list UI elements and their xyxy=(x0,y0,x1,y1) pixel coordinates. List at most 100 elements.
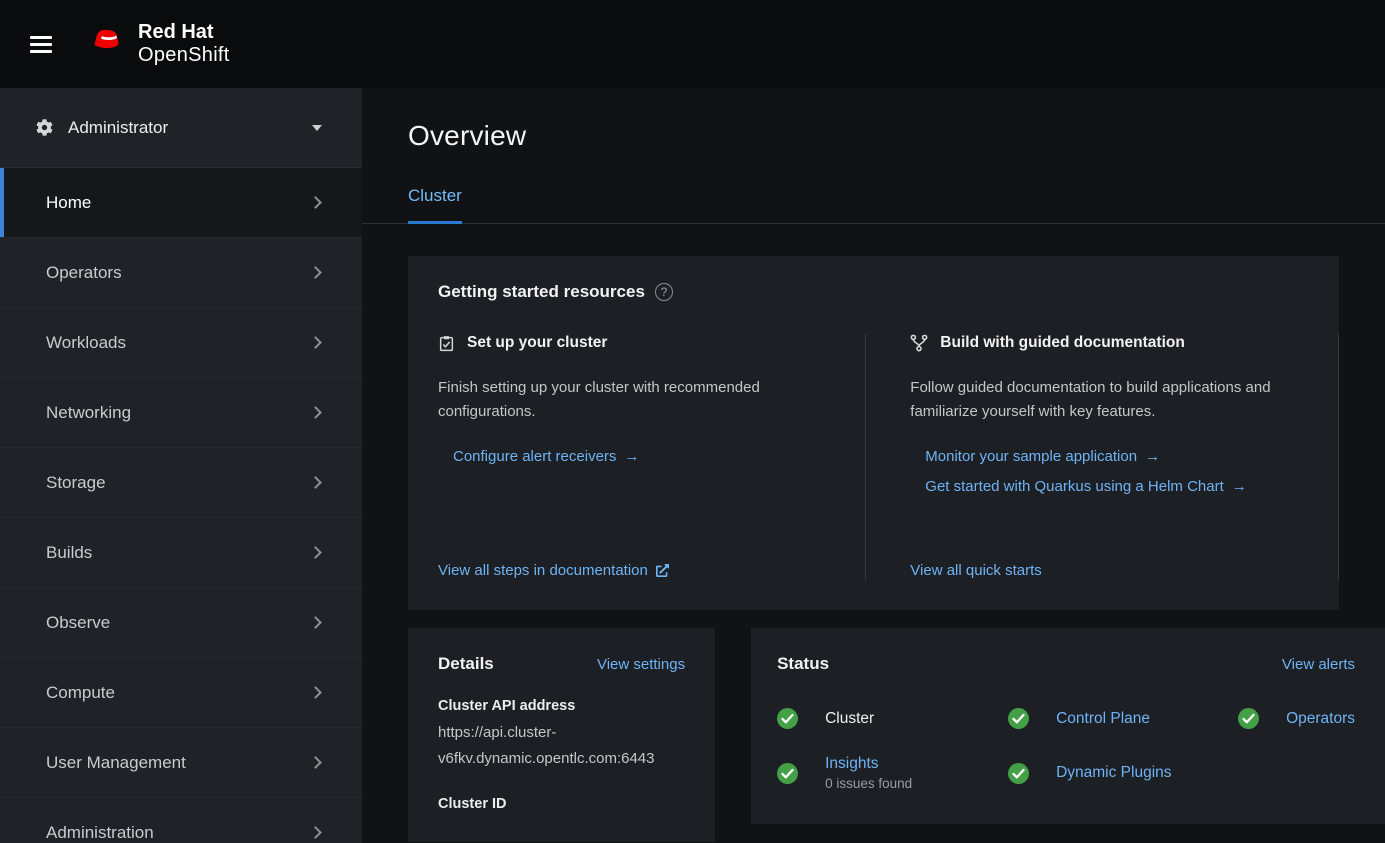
sidebar-item-networking[interactable]: Networking xyxy=(0,378,362,448)
sidebar-item-compute[interactable]: Compute xyxy=(0,658,362,728)
link-label: Get started with Quarkus using a Helm Ch… xyxy=(925,478,1223,495)
sidebar-item-home[interactable]: Home xyxy=(0,168,362,238)
setup-cluster-description: Finish setting up your cluster with reco… xyxy=(438,376,790,424)
getting-started-header: Getting started resources ? xyxy=(438,282,1339,302)
view-all-quick-starts-link[interactable]: View all quick starts xyxy=(910,562,1041,579)
details-card-title: Details xyxy=(438,654,494,674)
setup-cluster-heading: Set up your cluster xyxy=(438,334,835,352)
sidebar-item-administration[interactable]: Administration xyxy=(0,798,362,843)
success-check-circle-icon xyxy=(777,763,798,784)
sidebar-item-label: Storage xyxy=(46,473,106,493)
configure-alert-receivers-link[interactable]: Configure alert receivers → xyxy=(453,448,835,465)
success-check-circle-icon xyxy=(777,708,798,729)
arrow-right-icon: → xyxy=(1145,448,1160,465)
status-item-insights: Insights 0 issues found xyxy=(777,755,1008,791)
guided-documentation-heading: Build with guided documentation xyxy=(910,334,1338,352)
details-card: Details View settings Cluster API addres… xyxy=(408,628,715,842)
setup-cluster-links: Configure alert receivers → xyxy=(438,448,835,465)
perspective-switcher[interactable]: Administrator xyxy=(0,88,362,168)
insights-stack: Insights 0 issues found xyxy=(825,755,912,791)
chevron-right-icon xyxy=(309,406,322,419)
sidebar: Administrator Home Operators Workloads N… xyxy=(0,88,362,843)
cluster-api-address-label: Cluster API address xyxy=(438,698,685,714)
view-alerts-link[interactable]: View alerts xyxy=(1282,656,1355,673)
sidebar-item-user-management[interactable]: User Management xyxy=(0,728,362,798)
link-label: View all steps in documentation xyxy=(438,562,648,579)
details-card-header: Details View settings xyxy=(438,654,685,674)
chevron-right-icon xyxy=(309,686,322,699)
sidebar-item-label: Builds xyxy=(46,543,92,563)
link-label: Configure alert receivers xyxy=(453,448,616,465)
clipboard-check-icon xyxy=(438,335,455,352)
view-all-steps-link[interactable]: View all steps in documentation xyxy=(438,562,669,579)
status-item-cluster: Cluster xyxy=(777,708,1008,729)
sidebar-item-builds[interactable]: Builds xyxy=(0,518,362,588)
sidebar-item-label: Workloads xyxy=(46,333,126,353)
brand-line-2: OpenShift xyxy=(138,44,230,67)
chevron-right-icon xyxy=(309,756,322,769)
insights-link[interactable]: Insights xyxy=(825,755,878,772)
chevron-right-icon xyxy=(309,336,322,349)
perspective-label: Administrator xyxy=(68,118,168,138)
chevron-right-icon xyxy=(309,476,322,489)
guided-path-icon xyxy=(910,334,928,352)
sidebar-item-storage[interactable]: Storage xyxy=(0,448,362,518)
sidebar-item-label: Networking xyxy=(46,403,131,423)
masthead: Red Hat OpenShift xyxy=(0,0,1385,88)
sidebar-item-operators[interactable]: Operators xyxy=(0,238,362,308)
brand-line-1: Red Hat xyxy=(138,21,230,44)
control-plane-link[interactable]: Control Plane xyxy=(1056,710,1150,728)
getting-started-card: Getting started resources ? Set up your … xyxy=(408,256,1339,610)
setup-cluster-footer: View all steps in documentation xyxy=(438,540,835,580)
sidebar-item-workloads[interactable]: Workloads xyxy=(0,308,362,378)
chevron-right-icon xyxy=(309,196,322,209)
question-circle-icon[interactable]: ? xyxy=(655,283,673,301)
success-check-circle-icon xyxy=(1238,708,1259,729)
sidebar-item-label: Administration xyxy=(46,823,154,843)
operators-link[interactable]: Operators xyxy=(1286,710,1355,728)
status-card-title: Status xyxy=(777,654,829,674)
status-grid: Cluster Control Plane Op xyxy=(777,708,1355,791)
cluster-id-label: Cluster ID xyxy=(438,796,685,812)
brand-wordmark: Red Hat OpenShift xyxy=(138,21,230,67)
status-item-control-plane: Control Plane xyxy=(1008,708,1238,729)
tab-cluster[interactable]: Cluster xyxy=(408,186,462,224)
sidebar-item-observe[interactable]: Observe xyxy=(0,588,362,658)
brand-logo[interactable]: Red Hat OpenShift xyxy=(84,21,230,67)
link-label: Monitor your sample application xyxy=(925,448,1137,465)
sidebar-item-label: Observe xyxy=(46,613,110,633)
sidebar-item-label: Home xyxy=(46,193,91,213)
nav-toggle-button[interactable] xyxy=(26,26,56,63)
arrow-right-icon: → xyxy=(1232,478,1247,495)
status-item-operators: Operators xyxy=(1238,708,1355,729)
detail-field: Cluster ID xyxy=(438,796,685,812)
guided-documentation-links: Monitor your sample application → Get st… xyxy=(910,448,1338,495)
page-title: Overview xyxy=(408,120,1385,152)
quarkus-helm-chart-link[interactable]: Get started with Quarkus using a Helm Ch… xyxy=(925,478,1338,495)
cluster-api-address-value: https://api.cluster-v6fkv.dynamic.opentl… xyxy=(438,720,685,772)
getting-started-title: Getting started resources xyxy=(438,282,645,302)
guided-documentation-title: Build with guided documentation xyxy=(940,334,1185,352)
status-card: Status View alerts Cluster xyxy=(751,628,1385,824)
setup-cluster-title: Set up your cluster xyxy=(467,334,607,352)
hamburger-icon xyxy=(30,50,52,53)
overview-dashboard: Getting started resources ? Set up your … xyxy=(362,224,1385,842)
main-content: Overview Cluster Getting started resourc… xyxy=(362,88,1385,843)
app-layout: Administrator Home Operators Workloads N… xyxy=(0,88,1385,843)
monitor-sample-application-link[interactable]: Monitor your sample application → xyxy=(925,448,1338,465)
view-settings-link[interactable]: View settings xyxy=(597,656,685,673)
hamburger-icon xyxy=(30,36,52,39)
success-check-circle-icon xyxy=(1008,708,1029,729)
sidebar-item-label: Operators xyxy=(46,263,122,283)
success-check-circle-icon xyxy=(1008,763,1029,784)
link-label: View all quick starts xyxy=(910,562,1041,579)
chevron-right-icon xyxy=(309,826,322,839)
guided-documentation-footer: View all quick starts xyxy=(910,540,1338,580)
chevron-right-icon xyxy=(309,616,322,629)
red-hat-fedora-icon xyxy=(84,26,126,63)
dashboard-cards-row: Details View settings Cluster API addres… xyxy=(408,628,1385,842)
dynamic-plugins-link[interactable]: Dynamic Plugins xyxy=(1056,764,1171,782)
guided-documentation-description: Follow guided documentation to build app… xyxy=(910,376,1302,424)
caret-down-icon xyxy=(312,125,322,131)
chevron-right-icon xyxy=(309,546,322,559)
